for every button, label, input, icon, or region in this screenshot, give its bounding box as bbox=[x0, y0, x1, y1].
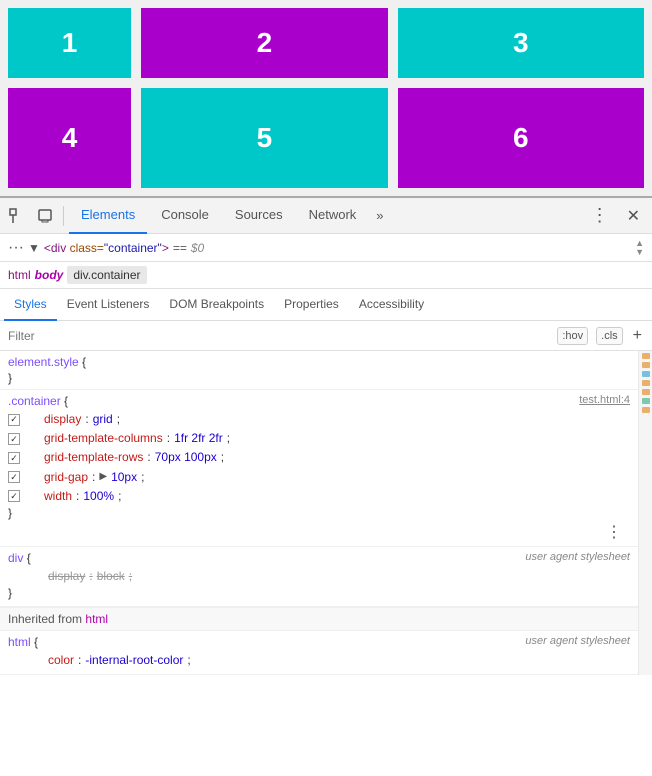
user-agent-label-html: user agent stylesheet bbox=[525, 635, 630, 647]
css-property-grid-gap: ✓ grid-gap : ▶ 10px ; bbox=[8, 468, 630, 487]
inherited-html-link[interactable]: html bbox=[85, 612, 108, 626]
gutter-mark-2 bbox=[642, 362, 650, 368]
grid-cell-4: 4 bbox=[8, 88, 131, 188]
subtab-styles[interactable]: Styles bbox=[4, 289, 57, 321]
inspect-icon-button[interactable] bbox=[4, 203, 30, 229]
subtab-dom-breakpoints[interactable]: DOM Breakpoints bbox=[159, 289, 274, 321]
css-filter-input[interactable] bbox=[8, 329, 549, 343]
styles-subtabs: Styles Event Listeners DOM Breakpoints P… bbox=[0, 289, 652, 321]
crumb-path-bar: html body div.container bbox=[0, 262, 652, 289]
breadcrumb-scroll[interactable]: ▲ ▼ bbox=[635, 239, 644, 257]
filter-hov-button[interactable]: :hov bbox=[557, 327, 588, 345]
css-rule-html-ua: html { user agent stylesheet color : -in… bbox=[0, 631, 638, 675]
grid-cell-2: 2 bbox=[141, 8, 387, 78]
gutter-mark-7 bbox=[642, 407, 650, 413]
css-filter-bar: :hov .cls + bbox=[0, 321, 652, 351]
css-rule-element-style: element.style { } bbox=[0, 351, 638, 390]
css-scroll-gutter bbox=[638, 351, 652, 675]
gutter-mark-5 bbox=[642, 389, 650, 395]
css-selector-div: div bbox=[8, 551, 23, 565]
subtab-accessibility[interactable]: Accessibility bbox=[349, 289, 434, 321]
css-grid-demo: 1 2 3 4 5 6 bbox=[0, 0, 652, 196]
gutter-mark-1 bbox=[642, 353, 650, 359]
grid-cell-3: 3 bbox=[398, 8, 644, 78]
css-property-width: ✓ width : 100% ; bbox=[8, 487, 630, 506]
gutter-mark-3 bbox=[642, 371, 650, 377]
css-checkbox-display[interactable]: ✓ bbox=[8, 414, 20, 426]
grid-cell-1: 1 bbox=[8, 8, 131, 78]
tab-elements[interactable]: Elements bbox=[69, 198, 147, 234]
subtab-event-listeners[interactable]: Event Listeners bbox=[57, 289, 160, 321]
css-property-color: color : -internal-root-color ; bbox=[8, 651, 630, 670]
tab-sources[interactable]: Sources bbox=[223, 198, 295, 234]
css-property-grid-template-columns: ✓ grid-template-columns : 1fr 2fr 2fr ; bbox=[8, 429, 630, 448]
inherited-from-section: Inherited from html bbox=[0, 607, 638, 631]
crumb-html[interactable]: html bbox=[8, 268, 31, 282]
css-selector-container[interactable]: .container bbox=[8, 394, 61, 408]
css-checkbox-width[interactable]: ✓ bbox=[8, 490, 20, 502]
css-rule-container: .container { test.html:4 ✓ display : gri… bbox=[0, 390, 638, 547]
devtools-panel: Elements Console Sources Network » ⋮ ✕ ·… bbox=[0, 196, 652, 675]
grid-gap-triangle[interactable]: ▶ bbox=[99, 469, 107, 485]
breadcrumb-dots: ··· bbox=[8, 239, 24, 257]
gutter-mark-6 bbox=[642, 398, 650, 404]
devtools-menu-button[interactable]: ⋮ bbox=[585, 201, 615, 230]
device-icon bbox=[37, 208, 53, 224]
subtab-properties[interactable]: Properties bbox=[274, 289, 349, 321]
css-source-link[interactable]: test.html:4 bbox=[579, 394, 630, 406]
css-checkbox-gtc[interactable]: ✓ bbox=[8, 433, 20, 445]
css-rule-more-button[interactable]: ⋮ bbox=[602, 522, 626, 543]
css-selector: element.style bbox=[8, 355, 79, 369]
css-property-display: ✓ display : grid ; bbox=[8, 410, 630, 429]
filter-add-button[interactable]: + bbox=[631, 327, 644, 345]
inspect-icon bbox=[9, 208, 25, 224]
gutter-mark-4 bbox=[642, 380, 650, 386]
devtools-toolbar: Elements Console Sources Network » ⋮ ✕ bbox=[0, 198, 652, 234]
tab-console[interactable]: Console bbox=[149, 198, 221, 234]
user-agent-label: user agent stylesheet bbox=[525, 551, 630, 563]
grid-cell-5: 5 bbox=[141, 88, 387, 188]
toolbar-separator bbox=[63, 206, 64, 226]
css-property-div-display: display : block ; bbox=[8, 567, 630, 586]
devtools-close-button[interactable]: ✕ bbox=[619, 202, 648, 230]
css-main-panel: element.style { } .container { test.html… bbox=[0, 351, 652, 675]
css-checkbox-gg[interactable]: ✓ bbox=[8, 471, 20, 483]
filter-cls-button[interactable]: .cls bbox=[596, 327, 623, 345]
css-rule-div-ua: div { user agent stylesheet display : bl… bbox=[0, 547, 638, 607]
breadcrumb-arrow[interactable]: ▼ bbox=[28, 241, 40, 255]
css-property-grid-template-rows: ✓ grid-template-rows : 70px 100px ; bbox=[8, 448, 630, 467]
css-selector-html: html bbox=[8, 635, 31, 649]
crumb-divcontainer[interactable]: div.container bbox=[67, 266, 146, 284]
grid-cell-6: 6 bbox=[398, 88, 644, 188]
device-toggle-button[interactable] bbox=[32, 203, 58, 229]
tab-network[interactable]: Network bbox=[297, 198, 369, 234]
panel-with-scroll: element.style { } .container { test.html… bbox=[0, 351, 652, 675]
crumb-body[interactable]: body bbox=[35, 268, 64, 282]
dom-breadcrumb: ··· ▼ <div class="container"> == $0 ▲ ▼ bbox=[0, 234, 652, 262]
css-rules-panel: element.style { } .container { test.html… bbox=[0, 351, 638, 675]
css-checkbox-gtr[interactable]: ✓ bbox=[8, 452, 20, 464]
breadcrumb-tag: <div class="container"> bbox=[44, 241, 169, 255]
more-tabs-button[interactable]: » bbox=[370, 204, 389, 227]
